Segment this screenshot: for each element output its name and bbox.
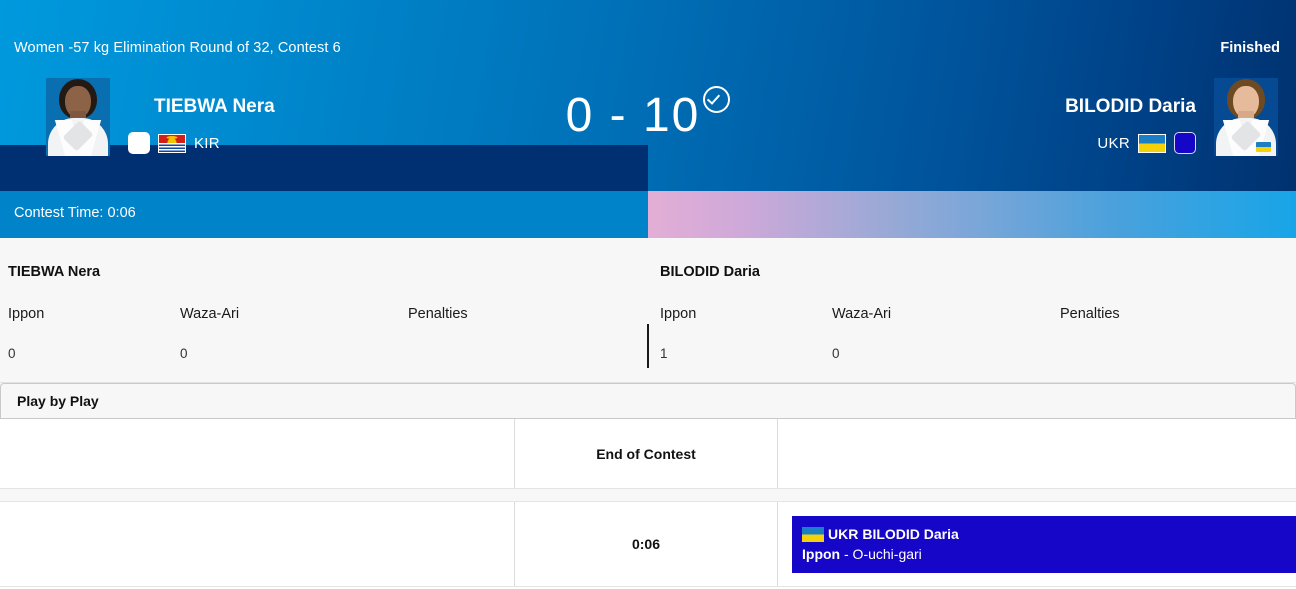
stats-right-values: 1 0 (648, 346, 1296, 366)
stats-left-header-ippon: Ippon (8, 306, 45, 322)
stats-panel: TIEBWA Nera Ippon Waza-Ari Penalties 0 0… (0, 238, 1296, 383)
stats-left-values: 0 0 (0, 346, 648, 366)
stats-left-value-ippon: 0 (8, 346, 16, 361)
stats-divider (647, 324, 649, 368)
play-by-play-table: End of Contest 0:06 UKR BILODID Daria Ip… (0, 419, 1296, 587)
pbp-row1-time-cell: 0:06 (515, 502, 778, 586)
table-spacer (0, 489, 1296, 502)
score-event-technique: - O-uchi-gari (844, 546, 922, 562)
tab-play-by-play-label: Play by Play (17, 393, 99, 409)
stats-right-header-waza-ari: Waza-Ari (832, 306, 892, 322)
contest-meta-row: Women -57 kg Elimination Round of 32, Co… (0, 40, 1296, 64)
athlete-right-gi-badge (1174, 132, 1196, 154)
pbp-row1-left-cell (0, 502, 515, 586)
stats-left-header-penalties: Penalties (408, 306, 468, 322)
stats-right-header-ippon: Ippon (660, 306, 697, 322)
stats-right: BILODID Daria Ippon Waza-Ari Penalties 1… (648, 238, 1296, 382)
pbp-row0-event-cell (778, 419, 1296, 488)
stats-left-value-waza-ari: 0 (180, 346, 188, 361)
stats-right-value-waza-ari: 0 (832, 346, 840, 361)
contest-time-progress (648, 191, 1296, 238)
contest-time-label: Contest Time: 0:06 (14, 205, 136, 221)
ukraine-flag-icon (802, 526, 824, 542)
contest-time-bar: Contest Time: 0:06 (0, 191, 1296, 238)
score-event-athlete: BILODID Daria (862, 526, 959, 542)
athlete-right-noc: UKR (1097, 134, 1130, 152)
status-badge: Finished (1220, 40, 1280, 56)
stats-left: TIEBWA Nera Ippon Waza-Ari Penalties 0 0 (0, 238, 648, 382)
tabs-strip: Play by Play (0, 383, 1296, 419)
table-row: End of Contest (0, 419, 1296, 489)
tab-play-by-play[interactable]: Play by Play (0, 383, 1296, 418)
contest-title: Women -57 kg Elimination Round of 32, Co… (14, 40, 341, 56)
athlete-right-details: UKR (1097, 132, 1196, 154)
stats-left-header-waza-ari: Waza-Ari (180, 306, 240, 322)
athlete-right-name: BILODID Daria (1065, 96, 1196, 117)
score-value: 0 - 10 (565, 89, 701, 142)
score-event-detail-line: Ippon - O-uchi-gari (802, 546, 1286, 562)
pbp-row1-event-cell: UKR BILODID Daria Ippon - O-uchi-gari (778, 502, 1296, 586)
score-event-athlete-line: UKR BILODID Daria (802, 526, 1286, 542)
stats-right-name: BILODID Daria (660, 264, 760, 280)
table-row: 0:06 UKR BILODID Daria Ippon - O-uchi-ga… (0, 502, 1296, 587)
score-event-type: Ippon (802, 546, 841, 562)
score-event-noc: UKR (828, 526, 859, 542)
score-event-card[interactable]: UKR BILODID Daria Ippon - O-uchi-gari (792, 515, 1296, 573)
stats-right-value-ippon: 1 (660, 346, 668, 361)
stats-left-headers: Ippon Waza-Ari Penalties (0, 306, 648, 326)
stats-left-name: TIEBWA Nera (8, 264, 101, 280)
scoreboard-header: Women -57 kg Elimination Round of 32, Co… (0, 0, 1296, 238)
athlete-right-photo (1214, 78, 1278, 156)
ukraine-flag-icon (1138, 133, 1166, 153)
pbp-row0-time-cell: End of Contest (515, 419, 778, 488)
stats-right-header-penalties: Penalties (1060, 306, 1120, 322)
check-circle-icon (703, 86, 731, 113)
pbp-row0-left-cell (0, 419, 515, 488)
stats-right-headers: Ippon Waza-Ari Penalties (648, 306, 1296, 326)
